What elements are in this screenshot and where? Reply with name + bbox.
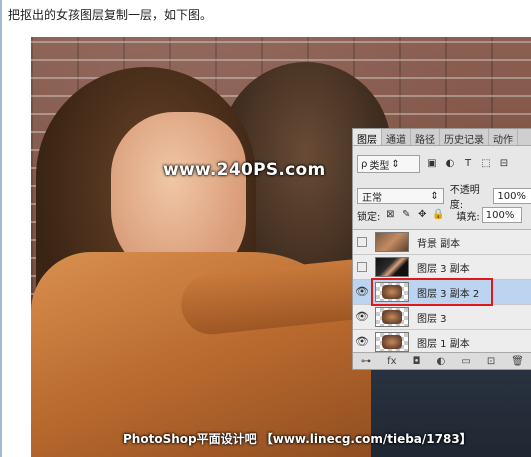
chevron-down-icon: ⇕ — [391, 158, 400, 170]
watermark-top: www.240PS.com — [163, 160, 326, 180]
filter-row: ρ 类型 ⇕ ▣ ◐ T ⬚ ⊟ — [353, 155, 531, 173]
layer-thumbnail — [375, 307, 409, 327]
watermark-bottom: PhotoShop平面设计吧 【www.linecg.com/tieba/178… — [123, 432, 472, 446]
tab-layers[interactable]: 图层 — [353, 129, 382, 146]
adjustment-icon[interactable]: ◐ — [437, 356, 446, 367]
visibility-toggle[interactable] — [353, 230, 371, 254]
image-filter-icon[interactable]: ▣ — [426, 158, 438, 170]
layer-name: 图层 3 — [417, 313, 447, 325]
smart-object-filter-icon[interactable]: ⊟ — [498, 158, 510, 170]
lock-transparent-icon[interactable]: ⊠ — [384, 209, 396, 221]
fill-label: 填充: — [456, 211, 480, 223]
lock-all-icon[interactable]: 🔒 — [432, 209, 444, 221]
lock-label: 锁定: — [357, 211, 381, 223]
lock-paint-icon[interactable]: ✎ — [400, 209, 412, 221]
layer-row[interactable]: 👁 图层 3 — [353, 305, 531, 330]
layer-name: 图层 3 副本 — [417, 263, 470, 275]
folder-icon[interactable]: ▭ — [461, 356, 470, 367]
layer-row-selected[interactable]: 👁 图层 3 副本 2 — [353, 278, 531, 306]
layer-row[interactable]: 图层 3 副本 — [353, 255, 531, 280]
layer-name: 图层 1 副本 — [417, 338, 470, 350]
layers-list: 背景 副本 图层 3 副本 👁 图层 3 副本 2 👁 图层 3 👁 图层 1 … — [353, 229, 531, 355]
shape-filter-icon[interactable]: ⬚ — [480, 158, 492, 170]
search-icon: ρ — [361, 158, 368, 170]
red-highlight-box — [371, 278, 493, 306]
fill-field[interactable]: 100% — [481, 207, 522, 223]
layer-thumbnail — [375, 332, 409, 352]
page-left-border — [0, 0, 2, 457]
panel-tabs: 图层 通道 路径 历史记录 动作 — [353, 129, 531, 146]
tab-history[interactable]: 历史记录 — [440, 129, 489, 146]
layer-name: 背景 副本 — [417, 238, 461, 250]
lock-position-icon[interactable]: ✥ — [416, 209, 428, 221]
chevron-down-icon: ⇕ — [430, 190, 439, 202]
tab-actions[interactable]: 动作 — [489, 129, 518, 146]
lock-row: 锁定: ⊠ ✎ ✥ 🔒 填充: 100% — [353, 207, 531, 223]
visibility-toggle[interactable] — [353, 255, 371, 279]
link-icon[interactable]: ⊶ — [361, 356, 371, 367]
layer-thumbnail — [375, 257, 409, 277]
mask-icon[interactable]: ◘ — [413, 356, 421, 367]
blend-mode-select[interactable]: 正常 ⇕ — [357, 188, 444, 204]
panel-footer: ⊶ fx ◘ ◐ ▭ ⊡ 🗑 — [353, 352, 531, 369]
tab-paths[interactable]: 路径 — [411, 129, 440, 146]
eye-icon[interactable]: 👁 — [353, 280, 371, 304]
delete-icon[interactable]: 🗑 — [511, 356, 524, 367]
layer-row[interactable]: 背景 副本 — [353, 230, 531, 255]
kind-label: 类型 — [369, 160, 390, 172]
fx-icon[interactable]: fx — [387, 356, 396, 367]
eye-icon[interactable]: 👁 — [353, 330, 371, 354]
new-layer-icon[interactable]: ⊡ — [487, 356, 495, 367]
blend-mode-value: 正常 — [362, 192, 382, 204]
tutorial-caption: 把抠出的女孩图层复制一层，如下图。 — [8, 8, 213, 22]
tab-channels[interactable]: 通道 — [382, 129, 411, 146]
text-filter-icon[interactable]: T — [462, 158, 474, 170]
layer-thumbnail — [375, 232, 409, 252]
adjustment-filter-icon[interactable]: ◐ — [444, 158, 456, 170]
layer-kind-filter[interactable]: ρ 类型 ⇕ — [357, 155, 420, 173]
opacity-field[interactable]: 100% — [493, 188, 531, 204]
eye-icon[interactable]: 👁 — [353, 305, 371, 329]
layers-panel: 图层 通道 路径 历史记录 动作 ρ 类型 ⇕ ▣ ◐ T ⬚ ⊟ 正常 ⇕ 不… — [352, 128, 531, 370]
